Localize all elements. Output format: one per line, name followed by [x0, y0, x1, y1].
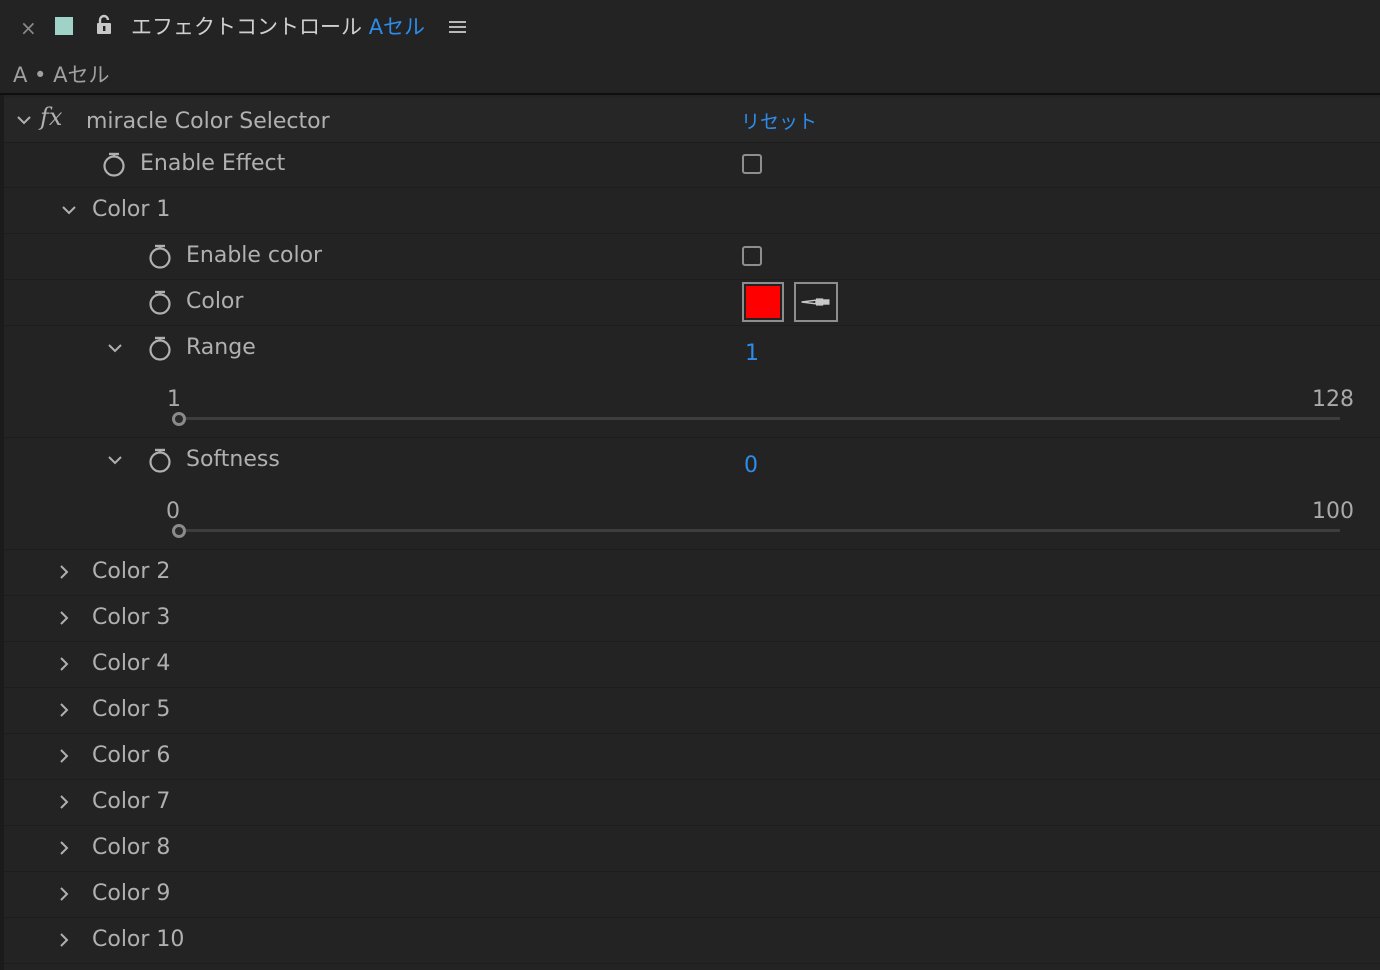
chevron-right-icon[interactable] — [56, 564, 72, 580]
color-group-label[interactable]: Color 2 — [92, 557, 170, 587]
stopwatch-icon[interactable] — [147, 335, 173, 361]
color-group-label[interactable]: Color 3 — [92, 603, 170, 633]
color-group-row: Color 6 — [4, 734, 1380, 780]
effect-name[interactable]: miracle Color Selector — [86, 107, 330, 137]
chevron-right-icon[interactable] — [56, 702, 72, 718]
softness-value[interactable]: 0 — [744, 451, 758, 481]
stopwatch-icon[interactable] — [101, 151, 127, 177]
chevron-right-icon[interactable] — [56, 610, 72, 626]
stopwatch-icon[interactable] — [147, 447, 173, 473]
chevron-down-icon[interactable] — [61, 202, 77, 218]
chevron-down-icon[interactable] — [107, 452, 123, 468]
color-group-label[interactable]: Color 5 — [92, 695, 170, 725]
layer-name-link[interactable]: Aセル — [369, 15, 425, 39]
color-group-row: Color 9 — [4, 872, 1380, 918]
chevron-right-icon[interactable] — [56, 840, 72, 856]
range-min: 1 — [167, 387, 181, 412]
enable-color-label: Enable color — [186, 243, 323, 268]
stopwatch-icon[interactable] — [147, 243, 173, 269]
color-group-row: Color 8 — [4, 826, 1380, 872]
color-group-row: Color 7 — [4, 780, 1380, 826]
color-group-row: Color 4 — [4, 642, 1380, 688]
color-swatch[interactable] — [742, 282, 784, 322]
header-divider — [0, 93, 1380, 95]
color-group-row: Color 2 — [4, 550, 1380, 596]
range-slider-track[interactable] — [176, 417, 1340, 420]
softness-row: Softness 0 0 100 — [4, 438, 1380, 550]
color-1-group-row: Color 1 — [4, 188, 1380, 234]
chevron-right-icon[interactable] — [56, 748, 72, 764]
enable-effect-row: Enable Effect — [4, 142, 1380, 188]
panel-title-text: エフェクトコントロール — [131, 15, 362, 39]
enable-effect-checkbox[interactable] — [742, 154, 762, 174]
softness-label: Softness — [186, 447, 280, 472]
color-row: Color — [4, 280, 1380, 326]
color-group-label[interactable]: Color 7 — [92, 787, 170, 817]
enable-color-row: Enable color — [4, 234, 1380, 280]
softness-max: 100 — [1312, 499, 1354, 524]
color-group-row: Color 3 — [4, 596, 1380, 642]
stopwatch-icon[interactable] — [147, 289, 173, 315]
range-max: 128 — [1312, 387, 1354, 412]
panel-title[interactable]: エフェクトコントロール Aセル — [131, 12, 425, 42]
range-slider-knob[interactable] — [172, 412, 186, 426]
chevron-right-icon[interactable] — [56, 932, 72, 948]
chevron-right-icon[interactable] — [56, 794, 72, 810]
softness-slider-knob[interactable] — [172, 524, 186, 538]
color-group-row: Color 10 — [4, 918, 1380, 964]
close-panel-icon[interactable]: × — [20, 16, 37, 40]
color-group-label[interactable]: Color 9 — [92, 879, 170, 909]
color-swatch-fill — [746, 286, 780, 318]
enable-color-checkbox[interactable] — [742, 246, 762, 266]
color-1-label[interactable]: Color 1 — [92, 195, 170, 225]
softness-slider-track[interactable] — [176, 529, 1340, 532]
eyedropper-icon[interactable] — [794, 282, 838, 322]
composition-layer-path: A • Aセル — [13, 63, 110, 87]
softness-min: 0 — [166, 499, 180, 524]
panel-tab-bar: × エフェクトコントロール Aセル — [0, 0, 1380, 56]
effect-header-row: fx miracle Color Selector リセット — [4, 98, 1380, 143]
unlock-icon[interactable] — [95, 14, 113, 36]
chevron-down-icon[interactable] — [107, 340, 123, 356]
panel-menu-icon[interactable] — [448, 18, 468, 36]
color-group-row: Color 5 — [4, 688, 1380, 734]
color-group-label[interactable]: Color 8 — [92, 833, 170, 863]
enable-effect-label: Enable Effect — [140, 151, 286, 176]
color-group-label[interactable]: Color 6 — [92, 741, 170, 771]
range-value[interactable]: 1 — [745, 339, 759, 369]
color-label: Color — [186, 289, 244, 314]
reset-link[interactable]: リセット — [741, 107, 817, 137]
chevron-right-icon[interactable] — [56, 656, 72, 672]
fx-icon[interactable]: fx — [40, 102, 68, 132]
color-group-label[interactable]: Color 4 — [92, 649, 170, 679]
range-label: Range — [186, 335, 256, 360]
chevron-right-icon[interactable] — [56, 886, 72, 902]
color-group-label[interactable]: Color 10 — [92, 925, 184, 955]
range-row: Range 1 1 128 — [4, 326, 1380, 438]
chevron-down-icon[interactable] — [16, 112, 32, 128]
label-color-swatch — [55, 17, 73, 35]
